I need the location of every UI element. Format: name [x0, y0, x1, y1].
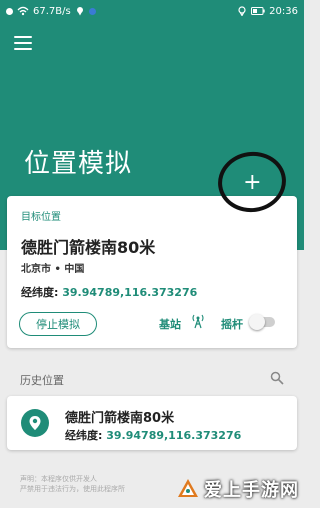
page-title: 位置模拟: [24, 149, 133, 179]
history-section-label: 历史位置: [20, 374, 64, 387]
watermark: 爱上手游网: [176, 470, 304, 508]
watermark-text: 爱上手游网: [204, 480, 299, 501]
history-item-coords: 经纬度: 39.94789,116.373276: [65, 429, 242, 442]
target-place-name: 德胜门箭楼南80米: [21, 238, 156, 257]
location-pin-icon: [21, 409, 49, 437]
joystick-toggle[interactable]: [249, 314, 275, 330]
plus-icon: +: [242, 169, 262, 195]
history-item-name: 德胜门箭楼南80米: [65, 411, 175, 426]
antenna-icon[interactable]: [191, 313, 205, 329]
disclaimer-text: 声明：本程序仅供开发人 严禁用于违法行为，使用此程序所: [20, 475, 125, 493]
stop-simulation-button[interactable]: 停止模拟: [19, 312, 97, 336]
network-speed: 67.7B/s: [33, 5, 71, 17]
app-notification-icon: [88, 7, 96, 15]
location-small-icon: [76, 7, 83, 16]
search-icon[interactable]: [270, 371, 284, 385]
battery-icon: [251, 7, 265, 15]
target-section-label: 目标位置: [21, 212, 61, 223]
coords-value: 39.94789,116.373276: [62, 286, 198, 299]
gps-icon: [238, 6, 246, 16]
history-item[interactable]: 德胜门箭楼南80米 经纬度: 39.94789,116.373276: [7, 396, 297, 450]
wifi-icon: [17, 6, 29, 16]
target-location-card: 目标位置 德胜门箭楼南80米 北京市 • 中国 经纬度: 39.94789,11…: [7, 196, 297, 348]
toggle-knob: [249, 314, 265, 330]
target-region: 北京市 • 中国: [21, 264, 85, 275]
joystick-label[interactable]: 摇杆: [221, 316, 243, 332]
base-station-label[interactable]: 基站: [159, 316, 181, 332]
coords-label: 经纬度:: [21, 286, 59, 299]
notification-icon: [6, 7, 13, 15]
target-coords: 经纬度: 39.94789,116.373276: [21, 284, 197, 300]
menu-icon[interactable]: [14, 36, 32, 50]
watermark-logo-icon: [178, 479, 198, 497]
status-bar: 67.7B/s 20:36: [0, 0, 304, 22]
clock: 20:36: [269, 5, 298, 17]
